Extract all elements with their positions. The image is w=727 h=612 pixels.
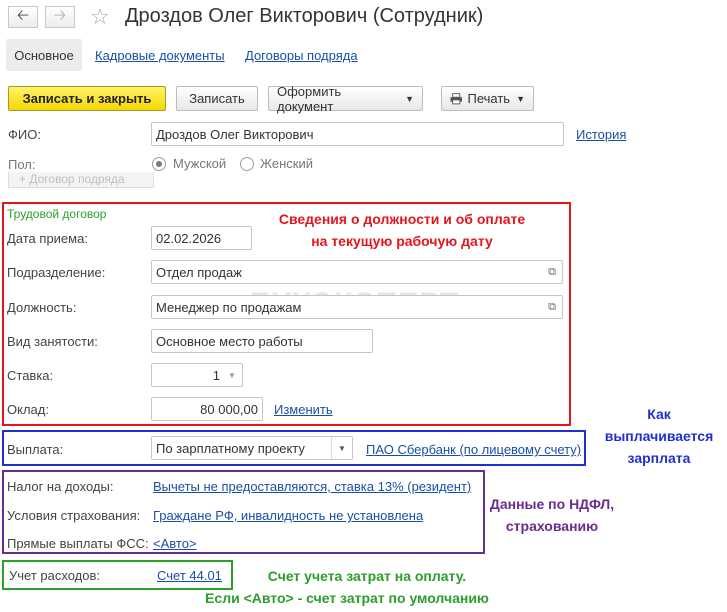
gender-label: Пол: <box>8 157 36 172</box>
red-annotation: Сведения о должности и об оплате на теку… <box>262 208 542 252</box>
printer-icon <box>450 92 463 104</box>
purple-annotation-line2: страхованию <box>505 518 599 534</box>
insurance-link[interactable]: Граждане РФ, инвалидность не установлена <box>153 508 423 523</box>
fio-label: ФИО: <box>8 127 41 142</box>
forward-button[interactable]: 🡢 <box>45 6 75 28</box>
section-title: Трудовой договор <box>7 207 107 221</box>
back-button[interactable]: 🡠 <box>8 6 38 28</box>
create-document-button[interactable]: Оформить документ ▼ <box>268 83 423 114</box>
gender-female-label: Женский <box>260 156 313 171</box>
rate-value: 1 <box>212 367 220 383</box>
page-title: Дроздов Олег Викторович (Сотрудник) <box>125 5 484 27</box>
save-and-close-button[interactable]: Записать и закрыть <box>8 86 166 111</box>
gender-female-radio[interactable] <box>240 157 254 171</box>
position-input[interactable]: Менеджер по продажам ⧉ <box>151 295 563 319</box>
expense-label: Учет расходов: <box>9 568 100 583</box>
department-label: Подразделение: <box>7 265 106 280</box>
rate-label: Ставка: <box>7 368 54 383</box>
open-form-icon[interactable]: ⧉ <box>544 264 560 280</box>
save-button[interactable]: Записать <box>176 86 258 111</box>
green-annotation-line1: Счет учета затрат на оплату. <box>267 568 467 584</box>
red-annotation-line1: Сведения о должности и об оплате <box>278 211 526 227</box>
chevron-down-icon[interactable]: ▼ <box>331 437 352 459</box>
fss-link[interactable]: <Авто> <box>153 536 197 551</box>
green-annotation: Счет учета затрат на оплату. Если <Авто>… <box>197 565 497 609</box>
fio-value: Дроздов Олег Викторович <box>156 126 314 142</box>
position-label: Должность: <box>7 300 77 315</box>
red-annotation-line2: на текущую рабочую дату <box>311 233 493 249</box>
chevron-down-icon[interactable]: ▼ <box>224 367 240 383</box>
purple-annotation-line1: Данные по НДФЛ, <box>489 496 615 512</box>
green-annotation-line2: Если <Авто> - счет затрат по умолчанию <box>205 590 489 606</box>
print-button[interactable]: Печать ▼ <box>441 86 534 111</box>
history-link[interactable]: История <box>576 127 626 142</box>
gender-male-radio[interactable] <box>152 157 166 171</box>
hire-date-label: Дата приема: <box>7 231 88 246</box>
salary-label: Оклад: <box>7 402 49 417</box>
payment-label: Выплата: <box>7 442 64 457</box>
fss-label: Прямые выплаты ФСС: <box>7 536 149 551</box>
tab-contracts[interactable]: Договоры подряда <box>245 48 358 63</box>
open-form-icon[interactable]: ⧉ <box>544 299 560 315</box>
gender-male-label: Мужской <box>173 156 227 171</box>
employment-type-value: Основное место работы <box>156 333 303 349</box>
salary-value: 80 000,00 <box>200 401 258 417</box>
arrow-right-icon: 🡢 <box>53 6 67 24</box>
employment-type-input[interactable]: Основное место работы <box>151 329 373 353</box>
blue-annotation-line1: Как <box>647 406 671 422</box>
fio-input[interactable]: Дроздов Олег Викторович <box>151 122 564 146</box>
tab-personnel-docs[interactable]: Кадровые документы <box>95 48 225 63</box>
tax-link[interactable]: Вычеты не предоставляются, ставка 13% (р… <box>153 479 471 494</box>
blue-annotation-line3: зарплата <box>627 450 691 466</box>
purple-annotation: Данные по НДФЛ, страхованию <box>488 493 616 537</box>
star-icon[interactable]: ☆ <box>90 4 110 30</box>
payment-value: По зарплатному проекту <box>156 440 305 456</box>
salary-input[interactable]: 80 000,00 <box>151 397 263 421</box>
print-label: Печать <box>467 91 511 106</box>
blue-annotation: Как выплачивается зарплата <box>592 403 726 469</box>
department-value: Отдел продаж <box>156 264 242 280</box>
employment-type-label: Вид занятости: <box>7 334 98 349</box>
add-contract-button[interactable]: + Договор подряда <box>8 172 154 188</box>
create-document-label: Оформить документ <box>277 83 342 114</box>
chevron-down-icon: ▼ <box>405 93 414 104</box>
hire-date-value: 02.02.2026 <box>156 230 222 246</box>
blue-annotation-line2: выплачивается <box>604 428 714 444</box>
rate-input[interactable]: 1 ▼ <box>151 363 243 387</box>
tab-main[interactable]: Основное <box>6 39 82 71</box>
payment-bank-link[interactable]: ПАО Сбербанк (по лицевому счету) <box>366 442 581 457</box>
hire-date-input[interactable]: 02.02.2026 <box>151 226 252 250</box>
payment-select[interactable]: По зарплатному проекту ▼ <box>151 436 353 460</box>
insurance-label: Условия страхования: <box>7 508 141 523</box>
tax-label: Налог на доходы: <box>7 479 114 494</box>
arrow-left-icon: 🡠 <box>16 6 30 24</box>
department-input[interactable]: Отдел продаж ⧉ <box>151 260 563 284</box>
chevron-down-icon: ▼ <box>516 93 525 104</box>
position-value: Менеджер по продажам <box>156 299 302 315</box>
salary-change-link[interactable]: Изменить <box>274 402 333 417</box>
